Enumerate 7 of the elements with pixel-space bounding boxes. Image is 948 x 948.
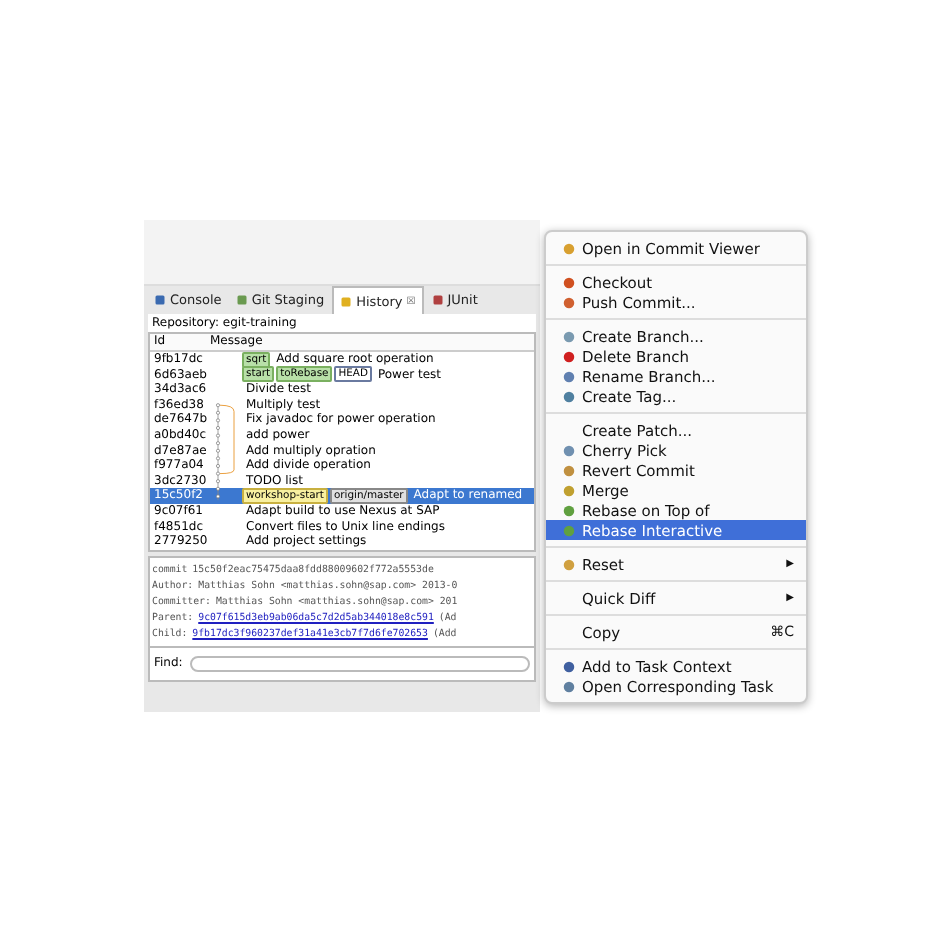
view-icon	[340, 295, 353, 307]
view-icon	[154, 294, 166, 306]
menu-icon	[562, 241, 576, 255]
find-field[interactable]	[190, 655, 530, 672]
menu-icon	[562, 557, 576, 571]
view-icon	[431, 294, 444, 306]
view-icon	[235, 294, 248, 306]
